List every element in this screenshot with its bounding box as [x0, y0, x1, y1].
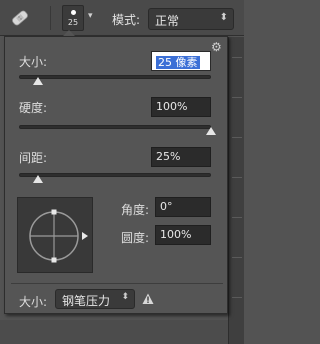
healing-brush-icon[interactable] — [10, 8, 30, 28]
spacing-label: 间距: — [19, 151, 48, 165]
spacing-slider-track[interactable] — [19, 173, 211, 177]
roundness-value: 100% — [160, 228, 192, 241]
size-control-value: 钢笔压力 — [62, 294, 111, 308]
angle-label: 角度: — [121, 203, 150, 217]
toolbar-separator — [50, 6, 51, 30]
canvas-area — [0, 320, 228, 344]
spacing-value: 25% — [156, 150, 181, 163]
select-arrows-icon: ⬍ — [219, 12, 228, 23]
brush-preset-size: 25 — [67, 18, 79, 27]
hardness-slider-track[interactable] — [19, 125, 211, 129]
options-bar: 25 ▾ 模式: 正常 ⬍ — [0, 0, 244, 36]
size-label: 大小: — [19, 55, 48, 69]
brush-angle-preview[interactable] — [17, 197, 93, 273]
warning-icon[interactable] — [142, 293, 154, 305]
roundness-field[interactable]: 100% — [155, 225, 211, 245]
brush-tip-icon — [71, 10, 76, 15]
select-arrows-icon: ⬍ — [121, 292, 129, 302]
spacing-field[interactable]: 25% — [151, 147, 211, 167]
size-slider-track[interactable] — [19, 75, 211, 79]
angle-value: 0° — [160, 200, 173, 213]
size-slider-thumb[interactable] — [33, 77, 44, 85]
angle-field[interactable]: 0° — [155, 197, 211, 217]
brush-preset-button[interactable]: 25 — [62, 5, 84, 31]
mode-label: 模式: — [112, 13, 141, 27]
gear-icon[interactable]: ⚙ — [211, 41, 223, 53]
mode-select[interactable]: 正常 ⬍ — [148, 8, 234, 30]
size-control-select[interactable]: 钢笔压力 ⬍ — [55, 289, 135, 309]
hardness-field[interactable]: 100% — [151, 97, 211, 117]
brush-preset-panel: ⚙ 大小: 25 像素 硬度: 100% 间距: 25% 角度: 0° 圆度: … — [4, 36, 228, 314]
spacing-slider-thumb[interactable] — [33, 175, 44, 183]
size-value: 25 像素 — [156, 56, 200, 69]
size-field[interactable]: 25 像素 — [151, 51, 211, 71]
chevron-down-icon[interactable]: ▾ — [88, 11, 93, 21]
control-label: 大小: — [19, 295, 48, 309]
hardness-value: 100% — [156, 100, 188, 113]
panel-divider — [11, 283, 223, 284]
hardness-slider-thumb[interactable] — [206, 127, 216, 135]
hardness-label: 硬度: — [19, 101, 48, 115]
mode-value: 正常 — [155, 14, 180, 28]
vertical-ruler — [228, 37, 244, 344]
roundness-label: 圆度: — [121, 231, 150, 245]
angle-roundness-icon — [29, 209, 88, 263]
